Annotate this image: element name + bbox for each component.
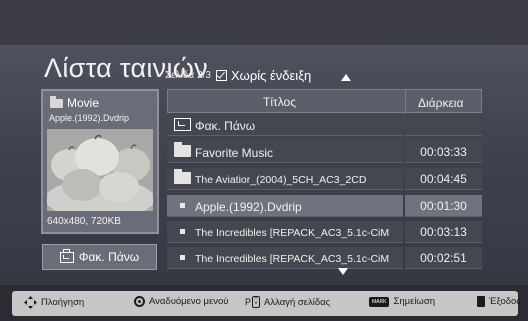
list-item-title: Favorite Music [195,146,274,160]
key-mark: MARK Σημείωση [369,296,435,307]
preview-folder: Movie [50,95,100,110]
top-band [0,0,528,45]
list-item-title: The Incredibles [REPACK_AC3_5.1c-CiM [195,227,390,239]
column-divider [405,90,406,114]
folder-up-icon [59,248,74,263]
folder-up-icon [174,118,191,131]
folder-icon [174,169,191,184]
key-guide-bar: Πλοήγηση Αναδυόμενο μενού P ˄ ˅ Αλλαγή σελ… [12,291,521,316]
list-item-selected[interactable]: Apple.(1992).Dvdrip 00:01:30 [167,195,482,217]
list-item-up[interactable]: Φακ. Πάνω [167,114,482,136]
key-popup-menu-label: Αναδυόμενο μενού [149,296,229,307]
exit-icon [477,296,485,307]
list-item-title: The Incredibles [REPACK_AC3_5.1c-CiM [195,253,390,265]
file-list: Τίτλος Διάρκεια Φακ. Πάνω Favorite Music… [167,89,482,270]
key-page-change: P ˄ ˅ Αλλαγή σελίδας [245,296,330,308]
key-page-change-label: Αλλαγή σελίδας [264,296,331,308]
column-header-title: Τίτλος [263,95,297,109]
folder-icon [174,142,191,157]
list-header: Τίτλος Διάρκεια [167,89,482,114]
list-item-name-cell: Apple.(1992).Dvdrip [167,195,403,217]
list-item-name-cell: The Aviatior_(2004)_5CH_AC3_2CD [167,168,403,190]
key-navigate-label: Πλοήγηση [41,297,85,308]
key-mark-label: Σημείωση [393,296,435,307]
list-item-name-cell: The Incredibles [REPACK_AC3_5.1c-CiM [167,247,403,269]
preview-resolution: 640x480, 720KB [47,216,121,227]
page-key-letter: P [245,297,252,307]
folder-icon [50,95,63,108]
page-key-icon: P ˄ ˅ [245,296,261,308]
list-item[interactable]: Favorite Music 00:03:33 [167,141,482,163]
list-item[interactable]: The Incredibles [REPACK_AC3_5.1c-CiM 00:… [167,221,482,243]
list-item-duration: 00:01:30 [405,195,482,217]
list-item-title: Apple.(1992).Dvdrip [195,200,302,214]
list-item-duration: 00:03:33 [405,141,482,163]
key-popup-menu: Αναδυόμενο μενού [134,296,229,307]
scroll-up-arrow-icon[interactable] [341,74,351,81]
checkbox-checked-icon[interactable] [216,70,227,81]
list-item-name-cell: Favorite Music [167,141,403,163]
navigation-arrows-icon [24,296,37,309]
page-indicator: Σελίδα 2/3 [165,70,211,81]
key-exit: Έξοδος [477,296,521,307]
preview-toggle-label: Χωρίς ένδειξη [231,68,312,83]
preview-thumbnail [47,129,153,211]
list-item-duration [405,114,482,136]
key-navigate: Πλοήγηση [24,296,84,309]
list-item[interactable]: The Aviatior_(2004)_5CH_AC3_2CD 00:04:45 [167,168,482,190]
page-updown-icon: ˄ ˅ [252,296,261,308]
preview-folder-name: Movie [67,96,100,110]
popup-menu-icon [134,296,145,307]
file-icon [180,255,185,260]
preview-panel: Movie Apple.(1992).Dvdrip 640x480, 720KB [41,89,159,234]
column-header-duration: Διάρκεια [418,96,464,110]
list-item-name-cell: The Incredibles [REPACK_AC3_5.1c-CiM [167,221,403,243]
list-item-duration: 00:03:13 [405,221,482,243]
scroll-down-arrow-icon[interactable] [338,268,348,275]
list-item-title: The Aviatior_(2004)_5CH_AC3_2CD [195,174,367,186]
list-item-duration: 00:04:45 [405,168,482,190]
preview-toggle[interactable]: Χωρίς ένδειξη [216,68,311,83]
list-item-duration: 00:02:51 [405,247,482,269]
list-item-title: Φακ. Πάνω [195,119,256,133]
list-item[interactable]: The Incredibles [REPACK_AC3_5.1c-CiM 00:… [167,247,482,269]
preview-filename: Apple.(1992).Dvdrip [49,113,130,123]
folder-up-button[interactable]: Φακ. Πάνω [42,244,157,270]
file-icon [180,229,185,234]
key-exit-label: Έξοδος [489,296,521,307]
list-item-name-cell: Φακ. Πάνω [167,114,403,136]
folder-up-label: Φακ. Πάνω [78,250,140,264]
mark-key-icon: MARK [369,296,390,307]
file-icon [180,203,185,208]
